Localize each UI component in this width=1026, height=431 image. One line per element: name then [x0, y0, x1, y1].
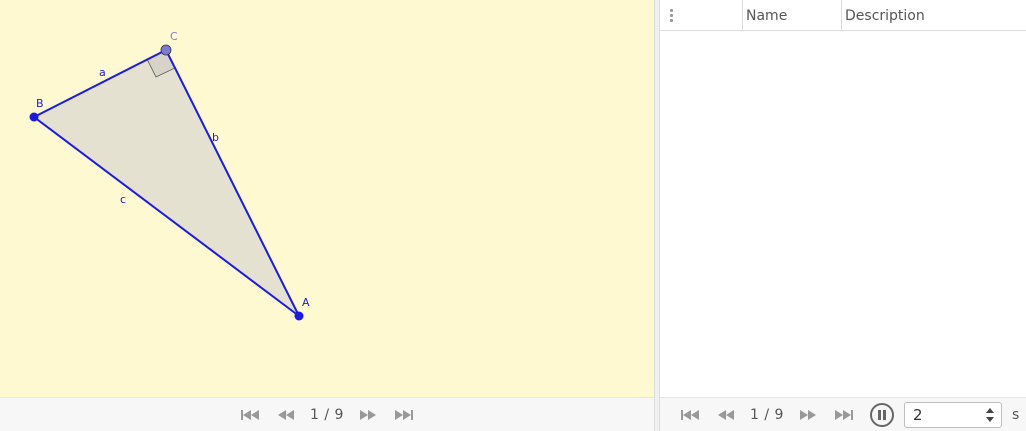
- pause-button[interactable]: [869, 402, 894, 427]
- first-icon: [241, 409, 260, 420]
- next-icon: [799, 409, 816, 420]
- segment-label-a: a: [99, 66, 106, 79]
- previous-icon: [278, 409, 295, 420]
- protocol-step-counter: 1 / 9: [750, 406, 784, 423]
- first-step-button[interactable]: [232, 403, 268, 427]
- column-drag-handle[interactable]: [660, 0, 743, 31]
- graphics-view[interactable]: B C A a b c: [0, 0, 654, 397]
- protocol-navigation-bar: 1 / 9 s: [660, 397, 1026, 431]
- segment-label-b: b: [212, 131, 219, 144]
- graphics-canvas[interactable]: B C A a b c: [0, 0, 654, 397]
- point-label-b: B: [36, 97, 44, 110]
- segment-label-c: c: [120, 193, 126, 206]
- previous-icon: [718, 409, 734, 420]
- point-c[interactable]: [160, 44, 172, 56]
- point-label-a: A: [302, 296, 310, 309]
- speed-input-box: [903, 401, 1002, 428]
- next-step-button[interactable]: [350, 403, 386, 427]
- last-step-button[interactable]: [386, 403, 422, 427]
- protocol-header: Name Description: [660, 0, 1026, 31]
- spinner-icon[interactable]: [985, 407, 995, 423]
- protocol-last-step-button[interactable]: [826, 403, 862, 427]
- protocol-next-step-button[interactable]: [790, 403, 826, 427]
- speed-input[interactable]: [912, 405, 973, 424]
- column-header-name[interactable]: Name: [743, 0, 842, 31]
- speed-unit: s: [1011, 406, 1020, 423]
- point-b[interactable]: [29, 112, 39, 122]
- previous-step-button[interactable]: [268, 403, 304, 427]
- construction-protocol: Name Description: [660, 0, 1026, 397]
- column-header-description[interactable]: Description: [842, 0, 1026, 31]
- first-icon: [681, 409, 699, 420]
- last-icon: [834, 409, 853, 420]
- last-icon: [394, 409, 413, 420]
- next-icon: [359, 409, 376, 420]
- point-a[interactable]: [294, 311, 304, 321]
- drag-handle-icon: [670, 9, 673, 22]
- protocol-first-step-button[interactable]: [672, 403, 708, 427]
- geogebra-app: B C A a b c 1 / 9 Name Description 1 / 9…: [0, 0, 1026, 431]
- pause-icon: [877, 409, 881, 420]
- graphics-navigation-bar: 1 / 9: [0, 397, 654, 431]
- point-label-c: C: [170, 30, 178, 43]
- step-counter: 1 / 9: [310, 406, 344, 423]
- protocol-previous-step-button[interactable]: [708, 403, 744, 427]
- triangle-polygon[interactable]: [34, 50, 299, 316]
